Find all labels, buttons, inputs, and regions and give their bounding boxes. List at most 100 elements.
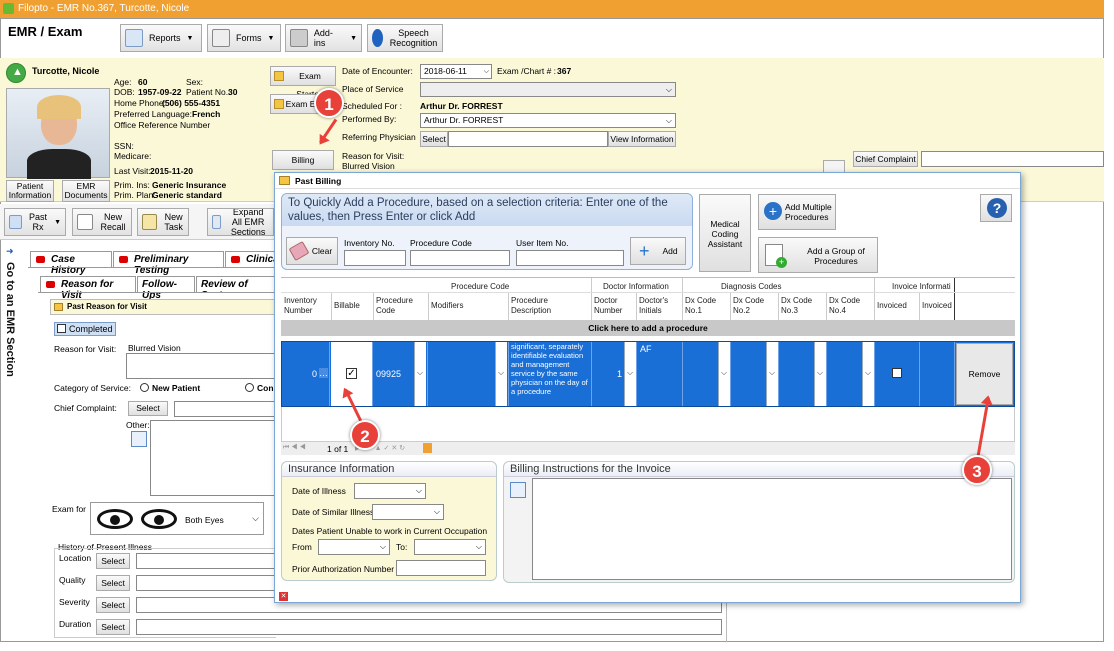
cell-modifiers[interactable]: ⌵: [429, 342, 509, 406]
clear-button[interactable]: Clear: [286, 237, 338, 265]
cell-dx-2[interactable]: ⌵: [732, 342, 779, 406]
col-dx-code-1[interactable]: Dx Code No.1: [685, 296, 725, 316]
billing-button[interactable]: Billing: [272, 150, 334, 170]
col-dx-code-2[interactable]: Dx Code No.2: [733, 296, 773, 316]
dx3-dropdown[interactable]: ⌵: [814, 342, 826, 406]
place-of-service-select[interactable]: ⌵: [420, 82, 676, 97]
other-textarea[interactable]: [150, 420, 276, 496]
chief-complaint-input[interactable]: [921, 151, 1104, 167]
cell-doctor-initials[interactable]: AF: [638, 342, 683, 406]
edit-icon[interactable]: [131, 431, 147, 447]
chief-complaint-field[interactable]: [174, 401, 276, 417]
procedure-row[interactable]: 0… ✓ 09925 ⌵ ⌵ significant, separately id…: [281, 341, 1015, 407]
prior-auth-input[interactable]: [396, 560, 486, 576]
up-arrow-icon[interactable]: ▲: [6, 63, 26, 83]
edit-icon[interactable]: [510, 482, 526, 498]
close-icon[interactable]: ✕: [279, 592, 288, 601]
new-patient-radio[interactable]: New Patient: [140, 383, 200, 393]
con-radio[interactable]: Con: [245, 383, 274, 393]
col-billable[interactable]: Billable: [334, 301, 360, 311]
referring-select-button[interactable]: Select: [420, 131, 448, 147]
speech-recognition-button[interactable]: Speech Recognition: [367, 24, 443, 52]
col-invoiced[interactable]: Invoiced: [877, 301, 907, 311]
doctor-number-dropdown[interactable]: ⌵: [624, 342, 636, 406]
patient-information-button[interactable]: Patient Information: [6, 180, 54, 202]
to-date-input[interactable]: ⌵: [414, 539, 486, 555]
from-date-input[interactable]: ⌵: [318, 539, 390, 555]
severity-select-button[interactable]: Select: [96, 597, 130, 613]
chief-complaint-button[interactable]: Chief Complaint: [853, 151, 918, 167]
exam-for-select[interactable]: Both Eyes ⌵: [90, 502, 264, 535]
past-reason-header[interactable]: Past Reason for Visit: [50, 299, 276, 315]
filter-icon[interactable]: [423, 443, 432, 453]
modifiers-dropdown[interactable]: ⌵: [495, 342, 507, 406]
add-multiple-procedures-button[interactable]: + Add Multiple Procedures: [758, 194, 836, 230]
billing-instructions-textarea[interactable]: [532, 478, 1012, 580]
medical-coding-assistant-button[interactable]: Medical Coding Assistant: [699, 194, 751, 272]
dx2-dropdown[interactable]: ⌵: [766, 342, 778, 406]
addins-button[interactable]: Add-ins ▼: [285, 24, 362, 52]
go-to-emr-section[interactable]: Go to an EMR Section: [2, 262, 16, 522]
cell-doctor-number[interactable]: 1 ⌵: [593, 342, 637, 406]
chief-select-button[interactable]: Select: [128, 401, 168, 416]
procedure-code-dropdown[interactable]: ⌵: [414, 342, 426, 406]
cell-billable[interactable]: ✓: [331, 342, 373, 406]
performed-by-select[interactable]: Arthur Dr. FORREST ⌵: [420, 113, 676, 128]
col-dx-code-4[interactable]: Dx Code No.4: [829, 296, 869, 316]
date-illness-input[interactable]: ⌵: [354, 483, 426, 499]
location-select-button[interactable]: Select: [96, 553, 130, 569]
col-procedure-description[interactable]: Procedure Description: [511, 296, 571, 316]
col-invoiced-2[interactable]: Invoiced: [922, 301, 952, 311]
cell-inventory[interactable]: 0…: [282, 342, 330, 406]
procedure-code-input[interactable]: [410, 250, 510, 266]
subtab-review-systems[interactable]: Review of Systems: [196, 276, 276, 292]
cell-dx-3[interactable]: ⌵: [780, 342, 827, 406]
new-recall-button[interactable]: New Recall: [72, 208, 132, 236]
completed-checkbox[interactable]: Completed: [54, 322, 116, 336]
new-task-button[interactable]: New Task: [137, 208, 189, 236]
expand-all-button[interactable]: Expand All EMR Sections: [207, 208, 274, 236]
view-information-button[interactable]: View Information: [608, 131, 676, 147]
col-dx-code-3[interactable]: Dx Code No.3: [781, 296, 821, 316]
cell-invoiced-2[interactable]: [921, 342, 955, 406]
user-item-input[interactable]: [516, 250, 624, 266]
cell-dx-1[interactable]: ⌵: [684, 342, 731, 406]
exam-started-button[interactable]: Exam Started: [270, 66, 336, 99]
col-modifiers[interactable]: Modifiers: [431, 301, 463, 311]
cell-procedure-code[interactable]: 09925 ⌵: [374, 342, 428, 406]
subtab-follow-ups[interactable]: Follow-Ups: [137, 276, 195, 301]
cell-dx-4[interactable]: ⌵: [828, 342, 875, 406]
tab-clinical[interactable]: Clinical: [225, 251, 277, 267]
quality-select-button[interactable]: Select: [96, 575, 130, 591]
emr-documents-button[interactable]: EMR Documents: [62, 180, 110, 202]
unable-work-label: Dates Patient Unable to work in Current …: [292, 526, 488, 536]
date-similar-input[interactable]: ⌵: [372, 504, 444, 520]
date-encounter-input[interactable]: 2018-06-11 ⌵: [420, 64, 492, 79]
reports-button[interactable]: Reports ▼: [120, 24, 202, 52]
reason-textarea[interactable]: [126, 353, 276, 379]
add-button[interactable]: + Add: [630, 237, 686, 265]
forms-button[interactable]: Forms ▼: [207, 24, 281, 52]
inventory-no-input[interactable]: [344, 250, 406, 266]
col-doctor-number[interactable]: Doctor Number: [594, 296, 634, 316]
add-group-procedures-button[interactable]: + Add a Group of Procedures: [758, 237, 878, 273]
dx1-dropdown[interactable]: ⌵: [718, 342, 730, 406]
subtab-reason-for-visit[interactable]: Reason for Visit: [40, 276, 136, 301]
billable-checkbox[interactable]: ✓: [346, 368, 357, 379]
cell-description[interactable]: significant, separately identifiable eva…: [510, 342, 592, 406]
tab-case-history[interactable]: Case History: [30, 251, 112, 276]
referring-physician-input[interactable]: [448, 131, 608, 147]
dx4-dropdown[interactable]: ⌵: [862, 342, 874, 406]
col-doctor-initials[interactable]: Doctor's Initials: [639, 296, 679, 316]
help-button[interactable]: ?: [980, 194, 1012, 222]
duration-select-button[interactable]: Select: [96, 619, 130, 635]
first-prev-icons[interactable]: ⏮◀◀: [283, 444, 308, 452]
cell-invoiced[interactable]: [876, 342, 920, 406]
col-inventory-number[interactable]: Inventory Number: [284, 296, 328, 316]
past-rx-button[interactable]: Past Rx ▼: [4, 208, 66, 236]
invoiced-checkbox[interactable]: [892, 368, 902, 378]
duration-input[interactable]: [136, 619, 722, 635]
add-procedure-row[interactable]: Click here to add a procedure: [281, 320, 1015, 336]
col-procedure-code[interactable]: Procedure Code: [376, 296, 420, 316]
tab-preliminary-testing[interactable]: Preliminary Testing: [113, 251, 224, 276]
